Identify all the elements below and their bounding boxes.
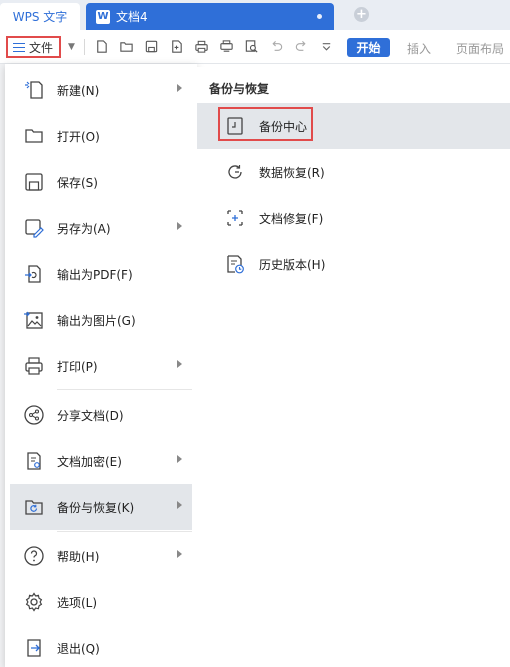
menu-item-label: 备份与恢复(K)	[57, 501, 135, 515]
options-gear-icon	[22, 590, 46, 614]
submenu-item-data-recovery[interactable]: 数据恢复(R)	[197, 149, 510, 195]
submenu-item-document-repair[interactable]: 文档修复(F)	[197, 195, 510, 241]
hamburger-icon	[13, 42, 25, 52]
export-image-icon	[22, 308, 46, 332]
new-file-icon[interactable]	[93, 38, 110, 55]
open-icon	[22, 124, 46, 148]
menu-item-new[interactable]: 新建(N)	[10, 67, 192, 113]
tab-start[interactable]: 开始	[347, 38, 390, 57]
open-folder-icon[interactable]	[118, 38, 135, 55]
print-preview-icon[interactable]	[218, 38, 235, 55]
menu-item-encrypt[interactable]: 文档加密(E)	[10, 438, 192, 484]
file-menu-button[interactable]: 文件	[6, 36, 61, 58]
app-tab-label: WPS 文字	[12, 10, 68, 24]
help-icon	[22, 544, 46, 568]
submenu-item-label: 历史版本(H)	[259, 258, 326, 272]
menu-item-label: 新建(N)	[57, 84, 100, 98]
document-tab[interactable]: W 文档4	[86, 3, 334, 30]
document-tab-label: 文档4	[116, 10, 148, 24]
app-tab[interactable]: WPS 文字	[0, 3, 80, 30]
print-icon[interactable]	[193, 38, 210, 55]
menu-item-help[interactable]: 帮助(H)	[10, 533, 192, 579]
data-recovery-icon	[223, 160, 247, 184]
backup-restore-submenu: 备份与恢复 备份中心 数据恢复(R) 文档修复(F) 历史版本(H)	[197, 67, 510, 667]
menu-item-exit[interactable]: 退出(Q)	[10, 625, 192, 667]
share-icon	[22, 403, 46, 427]
menu-item-label: 另存为(A)	[57, 222, 111, 236]
new-tab-plus-icon[interactable]: +	[354, 7, 369, 22]
menu-item-save-as[interactable]: 另存为(A)	[10, 205, 192, 251]
document-repair-icon	[223, 206, 247, 230]
menu-item-label: 选项(L)	[57, 596, 98, 610]
menu-item-label: 保存(S)	[57, 176, 98, 190]
title-bar: WPS 文字 W 文档4 +	[0, 0, 510, 30]
menu-item-backup-restore[interactable]: 备份与恢复(K)	[10, 484, 192, 530]
submenu-title: 备份与恢复	[209, 82, 270, 96]
menu-item-options[interactable]: 选项(L)	[10, 579, 192, 625]
chevron-right-icon	[177, 222, 182, 230]
menu-item-label: 输出为图片(G)	[57, 314, 136, 328]
highlight-box	[218, 107, 313, 141]
menu-item-save[interactable]: 保存(S)	[10, 159, 192, 205]
exit-icon	[22, 636, 46, 660]
export-pdf-icon[interactable]	[168, 38, 185, 55]
tab-insert[interactable]: 插入	[407, 40, 431, 57]
print-icon	[22, 354, 46, 378]
menu-item-label: 分享文档(D)	[57, 409, 124, 423]
menu-divider	[57, 531, 192, 532]
export-pdf-icon	[22, 262, 46, 286]
menu-item-label: 退出(Q)	[57, 642, 100, 656]
menu-item-label: 打印(P)	[57, 360, 98, 374]
undo-icon[interactable]	[268, 38, 285, 55]
save-as-icon	[22, 216, 46, 240]
chevron-right-icon	[177, 360, 182, 368]
save-icon[interactable]	[143, 38, 160, 55]
chevron-down-icon[interactable]: ▼	[68, 42, 75, 52]
quick-toolbar: 文件 ▼ 开始 插入 页面布局	[0, 30, 510, 64]
unsaved-dot-icon	[317, 14, 322, 19]
menu-item-label: 打开(O)	[57, 130, 100, 144]
menu-item-label: 帮助(H)	[57, 550, 100, 564]
chevron-right-icon	[177, 550, 182, 558]
tab-page-layout[interactable]: 页面布局	[456, 40, 504, 57]
file-menu-label: 文件	[29, 40, 54, 55]
menu-item-label: 文档加密(E)	[57, 455, 122, 469]
menu-item-label: 输出为PDF(F)	[57, 268, 133, 282]
menu-item-open[interactable]: 打开(O)	[10, 113, 192, 159]
word-doc-icon: W	[96, 9, 110, 24]
chevron-right-icon	[177, 455, 182, 463]
history-version-icon	[223, 252, 247, 276]
menu-item-print[interactable]: 打印(P)	[10, 343, 192, 389]
encrypt-icon	[22, 449, 46, 473]
toolbar-divider	[84, 39, 85, 55]
backup-restore-icon	[22, 495, 46, 519]
submenu-item-label: 文档修复(F)	[259, 212, 324, 226]
save-icon	[22, 170, 46, 194]
submenu-item-backup-center[interactable]: 备份中心	[197, 103, 510, 149]
customize-icon[interactable]	[318, 38, 335, 55]
menu-divider	[57, 389, 192, 390]
menu-item-share[interactable]: 分享文档(D)	[10, 392, 192, 438]
submenu-item-history-version[interactable]: 历史版本(H)	[197, 241, 510, 287]
new-icon	[22, 78, 46, 102]
chevron-right-icon	[177, 501, 182, 509]
submenu-item-label: 数据恢复(R)	[259, 166, 325, 180]
find-icon[interactable]	[243, 38, 260, 55]
menu-item-export-image[interactable]: 输出为图片(G)	[10, 297, 192, 343]
chevron-right-icon	[177, 84, 182, 92]
redo-icon[interactable]	[293, 38, 310, 55]
menu-item-export-pdf[interactable]: 输出为PDF(F)	[10, 251, 192, 297]
